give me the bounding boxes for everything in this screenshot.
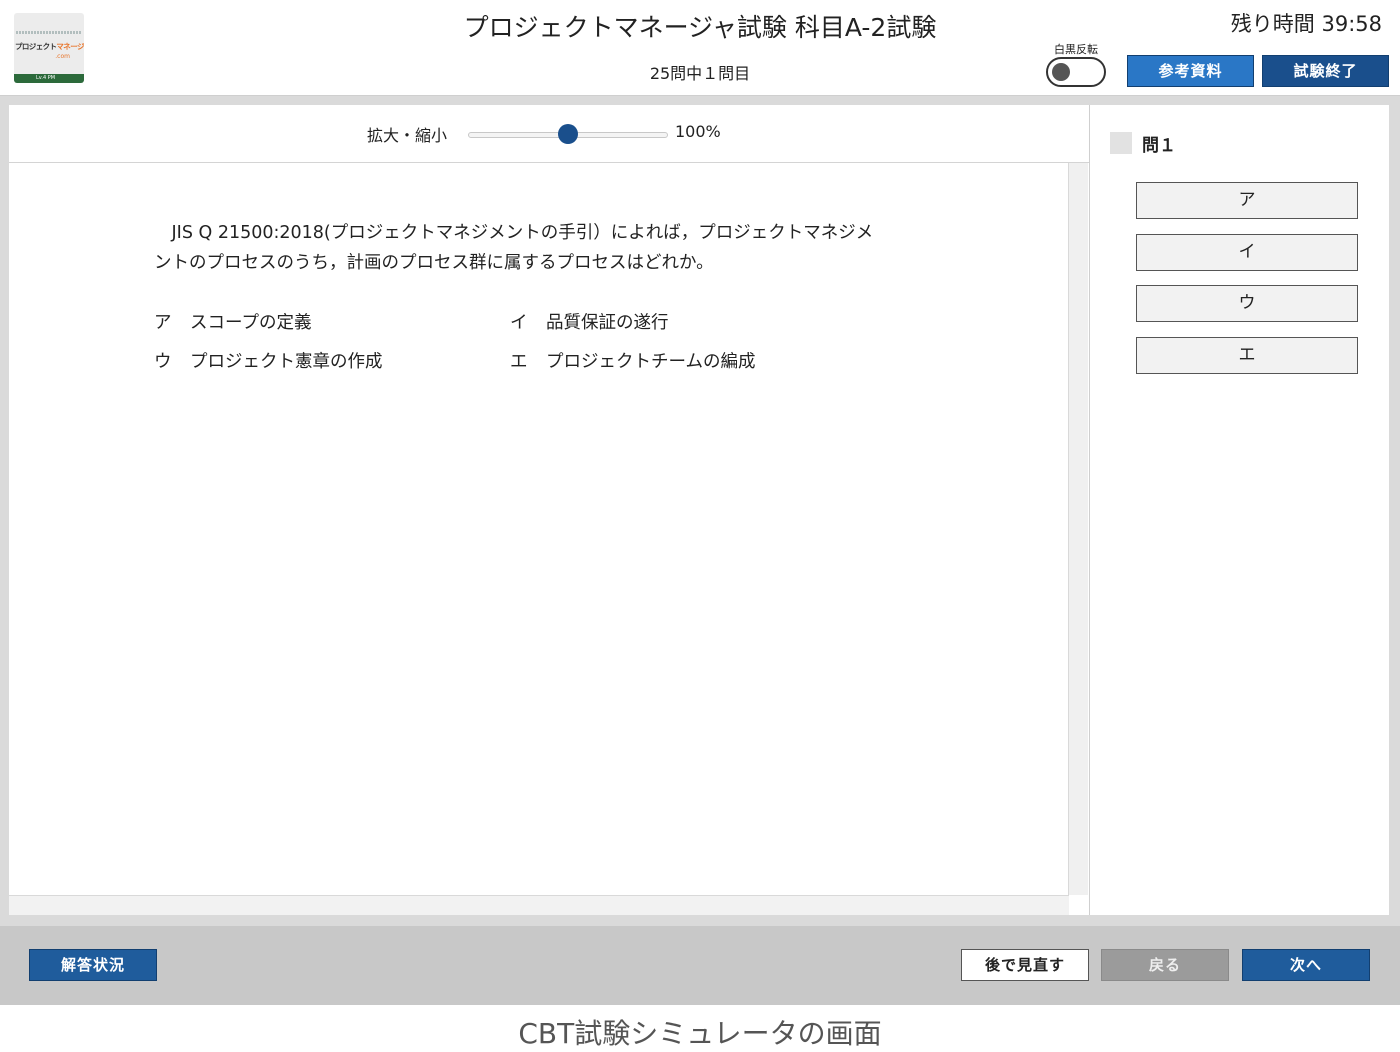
option-text: スコープの定義 xyxy=(190,313,312,333)
zoom-bar: 拡大・縮小 100% xyxy=(9,105,1089,163)
invert-label: 白黒反転 xyxy=(1054,43,1098,56)
zoom-value: 100% xyxy=(675,122,721,141)
option-i: イ品質保証の遂行 xyxy=(510,309,669,334)
question-panel: 拡大・縮小 100% JIS Q 21500:2018(プロジェクトマネジメント… xyxy=(9,105,1089,915)
header-bar: プロジェクトマネージャ .com Lv.4 PM プロジェクトマネージャ試験 科… xyxy=(0,0,1400,96)
next-button[interactable]: 次へ xyxy=(1242,949,1370,981)
end-exam-button[interactable]: 試験終了 xyxy=(1262,55,1389,87)
question-body: JIS Q 21500:2018(プロジェクトマネジメントの手引）によれば，プロ… xyxy=(9,163,1069,895)
option-e: エプロジェクトチームの編成 xyxy=(510,348,755,373)
option-u: ウプロジェクト憲章の作成 xyxy=(154,348,383,373)
invert-toggle[interactable] xyxy=(1046,57,1106,87)
horizontal-scrollbar[interactable] xyxy=(9,895,1069,915)
screen-caption: CBT試験シミュレータの画面 xyxy=(518,1017,882,1050)
option-text: 品質保証の遂行 xyxy=(546,313,669,333)
review-checkbox[interactable] xyxy=(1110,132,1132,154)
option-key: ア xyxy=(154,313,172,333)
zoom-label: 拡大・縮小 xyxy=(367,126,448,145)
answer-button-e[interactable]: エ xyxy=(1136,337,1358,374)
footer-bar: 解答状況 後で見直す 戻る 次へ xyxy=(0,926,1400,1005)
toggle-knob xyxy=(1052,63,1070,81)
answer-button-i[interactable]: イ xyxy=(1136,234,1358,271)
remaining-time: 残り時間 39:58 xyxy=(1230,12,1382,36)
answer-button-a[interactable]: ア xyxy=(1136,182,1358,219)
answer-panel: 問１ ア イ ウ エ xyxy=(1089,105,1389,915)
vertical-scrollbar[interactable] xyxy=(1068,163,1088,895)
answer-status-button[interactable]: 解答状況 xyxy=(29,949,157,981)
back-button[interactable]: 戻る xyxy=(1101,949,1229,981)
question-text: JIS Q 21500:2018(プロジェクトマネジメントの手引）によれば，プロ… xyxy=(154,223,874,273)
option-a: アスコープの定義 xyxy=(154,309,311,334)
reference-button[interactable]: 参考資料 xyxy=(1127,55,1254,87)
option-text: プロジェクトチームの編成 xyxy=(546,352,756,372)
review-later-button[interactable]: 後で見直す xyxy=(961,949,1089,981)
option-key: イ xyxy=(510,313,528,333)
zoom-slider-thumb[interactable] xyxy=(558,124,578,144)
option-text: プロジェクト憲章の作成 xyxy=(190,352,383,372)
option-key: エ xyxy=(510,352,528,372)
answer-panel-title: 問１ xyxy=(1142,136,1176,156)
answer-button-u[interactable]: ウ xyxy=(1136,285,1358,322)
exam-title: プロジェクトマネージャ試験 科目A-2試験 xyxy=(463,13,937,42)
option-key: ウ xyxy=(154,352,172,372)
logo-domain: .com xyxy=(55,53,70,60)
